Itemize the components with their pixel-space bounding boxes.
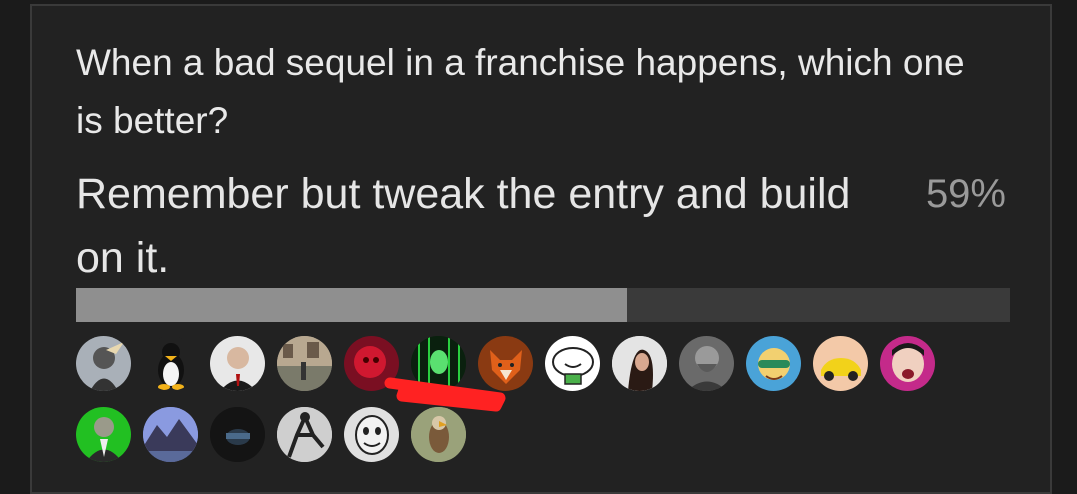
- voter-avatar-cartoon-sunglasses[interactable]: [746, 336, 801, 391]
- voter-avatar-white-blob[interactable]: [545, 336, 600, 391]
- voter-avatar-green-matrix[interactable]: [411, 336, 466, 391]
- voter-avatar-mask[interactable]: [344, 407, 399, 462]
- voter-avatar-street[interactable]: [277, 336, 332, 391]
- voter-avatar-bald-man[interactable]: [210, 336, 265, 391]
- avatar-image: [821, 358, 861, 381]
- poll-option-text[interactable]: Remember but tweak the entry and build o…: [76, 162, 856, 290]
- poll-question: When a bad sequel in a franchise happens…: [76, 42, 965, 141]
- voter-avatar-yellow-car[interactable]: [813, 336, 868, 391]
- poll-card: When a bad sequel in a franchise happens…: [30, 4, 1052, 494]
- avatar-image: [892, 343, 924, 382]
- avatar-image: [86, 417, 122, 462]
- avatar-image: [158, 343, 184, 390]
- avatar-image: [552, 347, 594, 385]
- avatar-image: [411, 407, 466, 462]
- avatar-image: [758, 348, 790, 380]
- avatar-image: [90, 342, 124, 391]
- avatar-image: [687, 346, 727, 391]
- voter-avatar-woman-portrait[interactable]: [612, 336, 667, 391]
- voter-avatar-green-suit[interactable]: [76, 407, 131, 462]
- avatar-image: [490, 350, 522, 384]
- voter-avatar-dancer[interactable]: [277, 407, 332, 462]
- voter-avatar-shark-suit[interactable]: [76, 336, 131, 391]
- voter-avatar-bearded-man[interactable]: [679, 336, 734, 391]
- avatar-image: [143, 407, 198, 462]
- voter-avatar-dark-gamer[interactable]: [210, 407, 265, 462]
- voter-avatar-pink-face[interactable]: [880, 336, 935, 391]
- avatar-image: [355, 415, 389, 455]
- avatar-image: [411, 336, 466, 391]
- voter-avatars: [76, 336, 976, 478]
- voter-avatar-mountain[interactable]: [143, 407, 198, 462]
- avatar-image: [277, 407, 332, 462]
- avatar-image: [354, 346, 386, 378]
- poll-progress-fill: [76, 288, 628, 322]
- poll-progress-bar[interactable]: [76, 288, 1010, 322]
- avatar-image: [210, 407, 265, 462]
- voter-avatar-hawk[interactable]: [411, 407, 466, 462]
- voter-avatars-row: [76, 407, 976, 462]
- voter-avatar-tux-penguin[interactable]: [143, 336, 198, 391]
- avatar-image: [612, 336, 667, 391]
- voter-avatar-fox[interactable]: [478, 336, 533, 391]
- avatar-image: [277, 336, 332, 391]
- voter-avatar-red-face[interactable]: [344, 336, 399, 391]
- voter-avatars-row: [76, 336, 976, 391]
- avatar-image: [220, 347, 256, 391]
- poll-option-percent: 59%: [925, 172, 1006, 216]
